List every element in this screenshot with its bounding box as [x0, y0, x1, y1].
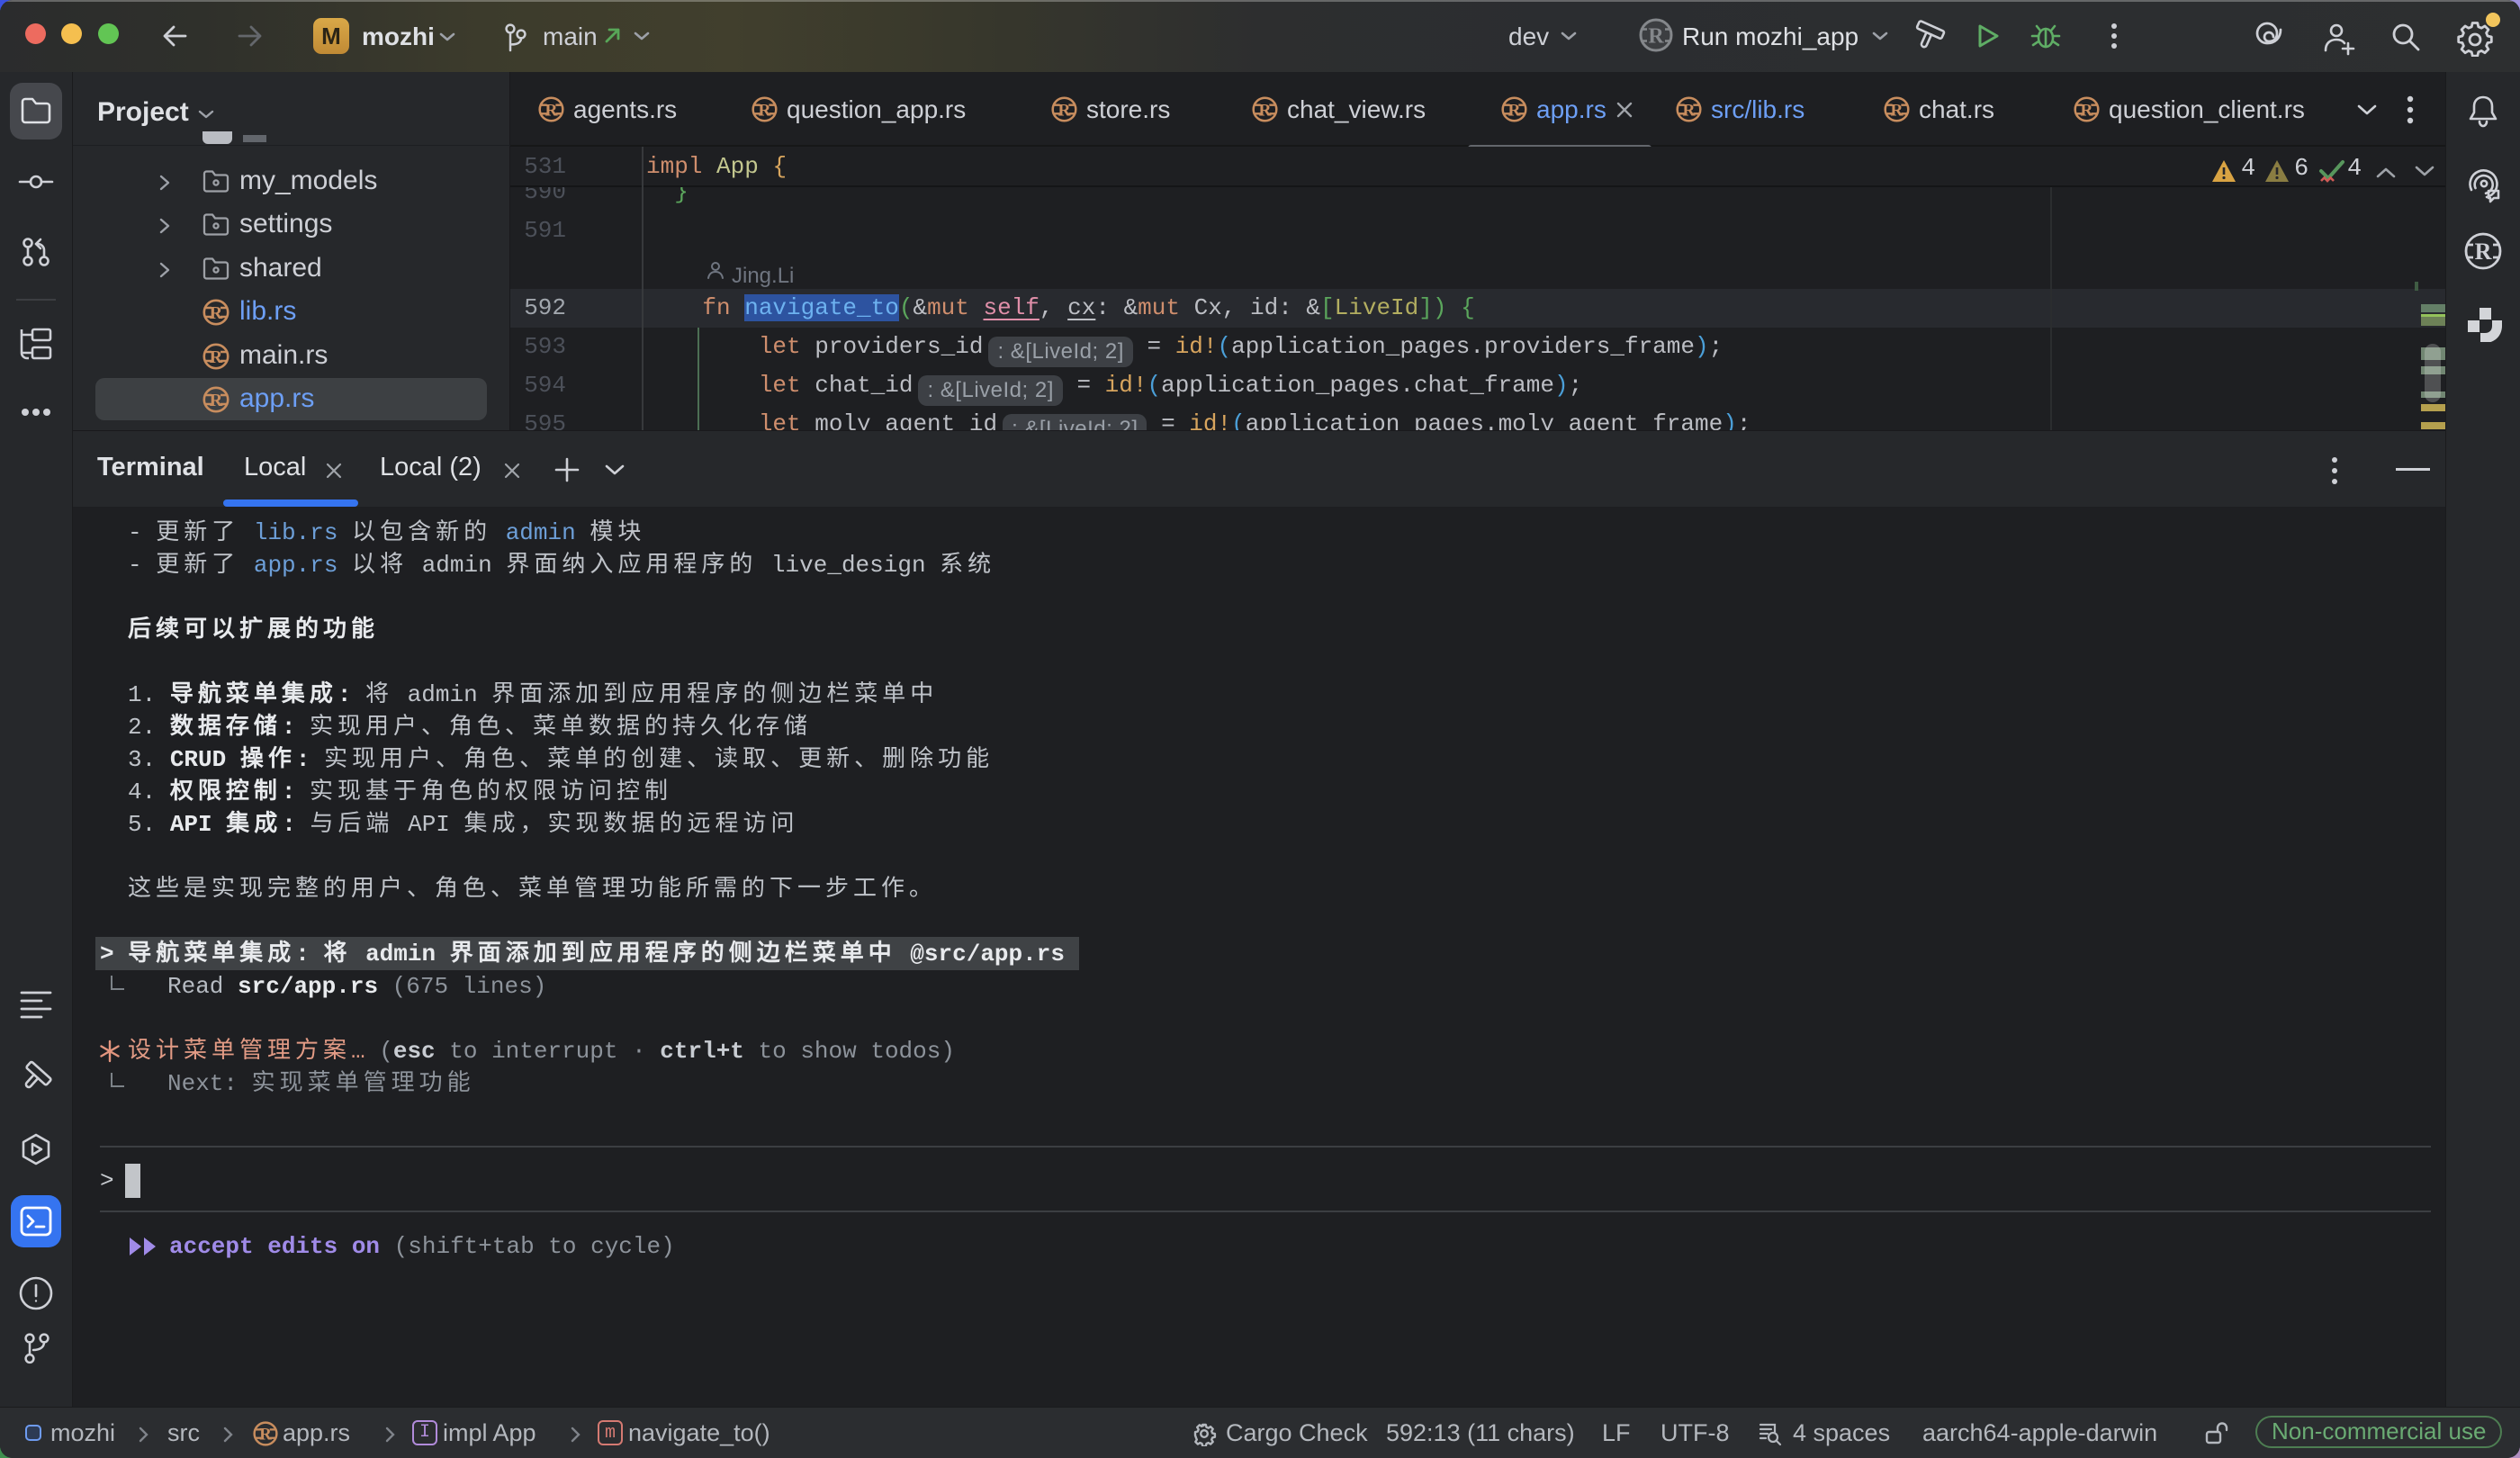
svg-text:R: R: [2475, 238, 2492, 265]
svg-text:R: R: [1648, 25, 1664, 49]
